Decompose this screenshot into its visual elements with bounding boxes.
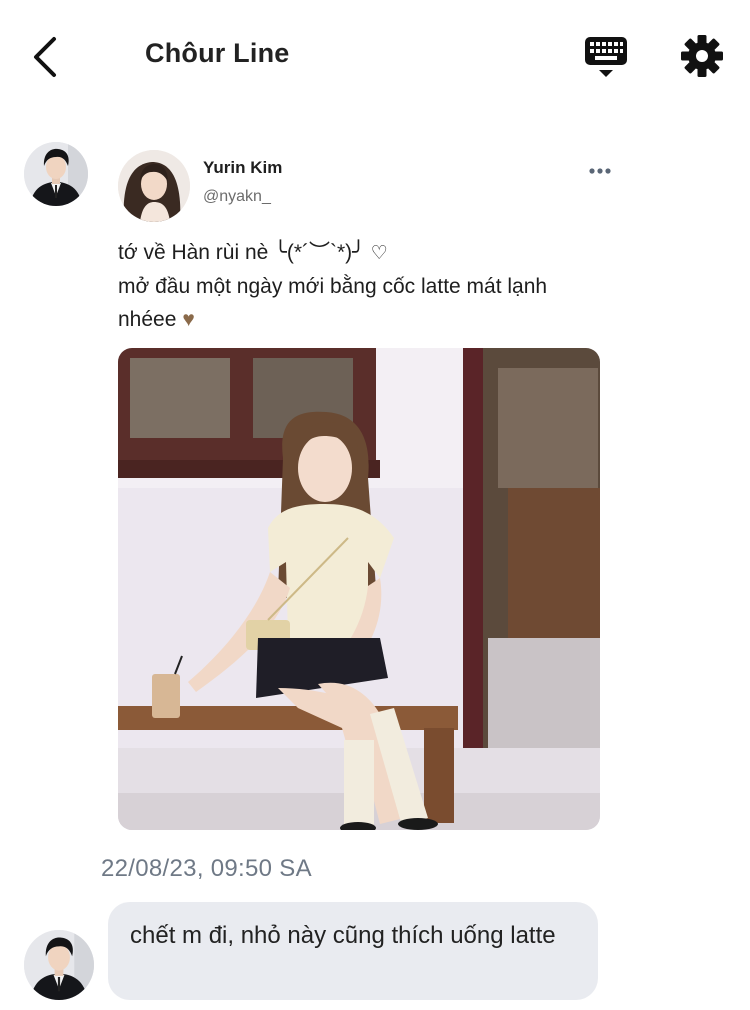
shared-post-card[interactable]: Yurin Kim @nyakn_ tớ về Hàn rùi nè ╰(*´︶… — [108, 138, 612, 838]
post-author-handle: @nyakn_ — [203, 188, 271, 205]
sender-avatar[interactable] — [24, 142, 88, 206]
sender-avatar[interactable] — [24, 930, 94, 1000]
message-timestamp: 22/08/23, 09:50 SA — [101, 855, 312, 882]
keyboard-icon — [585, 37, 627, 77]
post-photo[interactable] — [118, 348, 600, 830]
chat-header: Chôur Line — [0, 0, 750, 110]
post-author-avatar[interactable] — [118, 150, 190, 222]
message-text: chết m đi, nhỏ này cũng thích uống latte — [130, 922, 556, 949]
white-heart-icon: ♡ — [370, 243, 388, 264]
settings-button[interactable] — [680, 34, 724, 78]
post-text-line-2: mở đầu một ngày mới bằng cốc latte mát l… — [118, 275, 548, 298]
message-bubble[interactable]: chết m đi, nhỏ này cũng thích uống latte — [108, 902, 598, 1000]
chevron-left-icon — [34, 37, 56, 77]
keyboard-toggle-button[interactable] — [583, 34, 629, 80]
chat-title: Chôur Line — [145, 38, 290, 68]
post-text-line-1: tớ về Hàn rùi nè ╰(*´︶`*)╯ — [118, 241, 365, 264]
post-text-line: nhéee ♥ — [118, 303, 608, 336]
back-button[interactable] — [28, 34, 68, 80]
post-more-button[interactable] — [588, 164, 612, 178]
gear-icon — [681, 35, 723, 77]
post-text-line-3: nhéee — [118, 308, 177, 331]
post-text: tớ về Hàn rùi nè ╰(*´︶`*)╯ ♡ mở đầu một n… — [118, 236, 608, 336]
brown-heart-icon: ♥ — [182, 308, 195, 331]
ellipsis-icon — [589, 168, 611, 174]
post-text-line: tớ về Hàn rùi nè ╰(*´︶`*)╯ ♡ — [118, 236, 608, 270]
post-author-name[interactable]: Yurin Kim — [203, 158, 282, 178]
